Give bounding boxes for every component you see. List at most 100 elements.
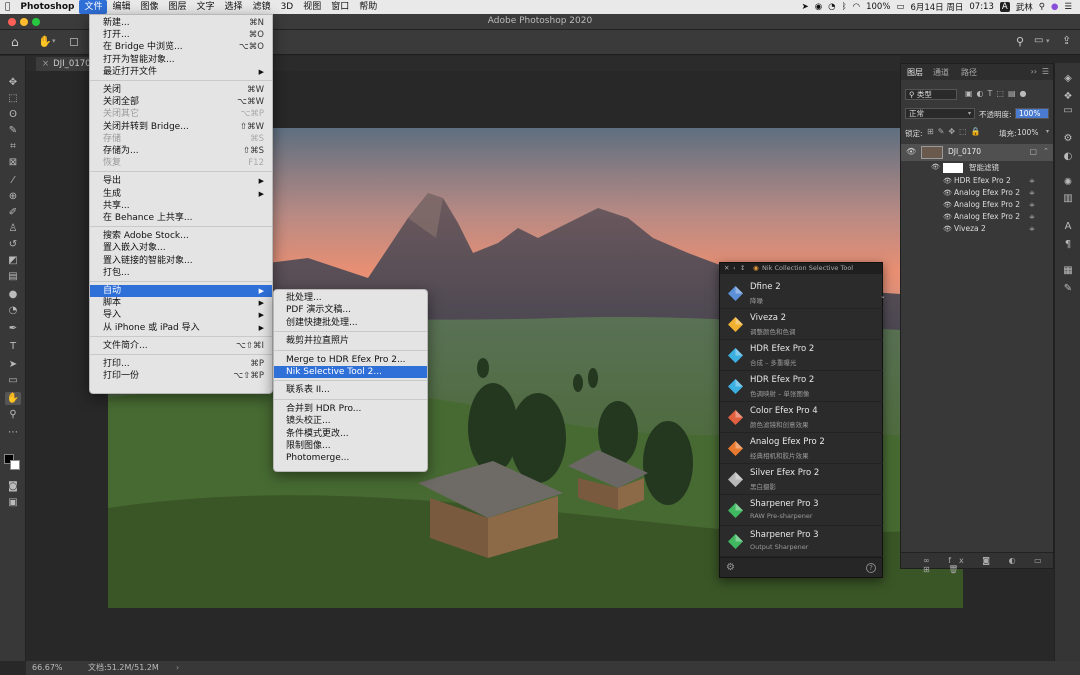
file-menu-item[interactable]: 关闭并转到 Bridge... ⇧⌘W [90, 121, 272, 133]
blend-mode-select[interactable]: 正常 ▾ [905, 108, 975, 119]
smart-filter-item[interactable]: 👁 Analog Efex Pro 2 ≑ [901, 187, 1053, 199]
menu-app-photoshop[interactable]: Photoshop [15, 0, 79, 14]
menu-3d[interactable]: 3D [276, 0, 299, 14]
smart-filter-item[interactable]: 👁 Analog Efex Pro 2 ≑ [901, 211, 1053, 223]
quick-mask-icon[interactable]: ◙ [5, 480, 21, 493]
background-color-swatch[interactable] [10, 460, 20, 470]
file-menu-item[interactable]: 文件简介... ⌥⇧⌘I [90, 340, 272, 352]
menu-select[interactable]: 选择 [220, 0, 248, 14]
smart-filter-eye-icon[interactable]: 👁 [931, 163, 940, 171]
nik-collapse-icon[interactable]: ‹ [733, 263, 736, 274]
hand-tool-icon[interactable]: ✋ [38, 35, 52, 48]
screen-mode-icon[interactable]: ▣ [5, 496, 21, 509]
layer-filter-select[interactable]: ⚲ 类型 [905, 89, 957, 100]
help-icon[interactable]: ? [866, 563, 876, 573]
smart-filter-mask[interactable] [943, 163, 963, 173]
swatches-icon[interactable]: ▦ [1061, 265, 1075, 277]
status-chevron-icon[interactable]: › [176, 661, 179, 675]
file-menu-item[interactable]: 关闭全部 ⌥⌘W [90, 96, 272, 108]
tab-paths[interactable]: 路径 [961, 67, 977, 78]
zoom-tool-icon[interactable]: ⚲ [5, 408, 21, 421]
file-menu-item[interactable]: 打印一份 ⌥⇧⌘P [90, 370, 272, 382]
smart-filter-item[interactable]: 👁 Viveza 2 ≑ [901, 223, 1053, 235]
option-checkbox[interactable] [70, 38, 78, 46]
user-name[interactable]: 武林 [1016, 1, 1033, 13]
menu-view[interactable]: 视图 [298, 0, 326, 14]
automate-menu-item[interactable]: 镜头校正... [274, 415, 427, 427]
file-menu-item[interactable]: 脚本 ▶ [90, 297, 272, 309]
menu-window[interactable]: 窗口 [326, 0, 354, 14]
blending-options-icon[interactable]: ≑ [1029, 199, 1035, 211]
layer-row-dji0170[interactable]: 👁 DJI_0170 ▢ ⌃ [901, 144, 1053, 161]
file-menu-item[interactable]: 打印... ⌘P [90, 358, 272, 370]
pen-tool-icon[interactable]: ✒ [5, 322, 21, 335]
adjustments-icon[interactable]: ◐ [1061, 151, 1075, 163]
file-menu-item[interactable]: 打包... [90, 267, 272, 279]
automate-menu-item[interactable]: 合并到 HDR Pro... [274, 403, 427, 415]
file-menu-item[interactable]: 置入链接的智能对象... [90, 255, 272, 267]
file-menu-item[interactable]: 从 iPhone 或 iPad 导入 ▶ [90, 322, 272, 334]
eraser-tool-icon[interactable]: ◩ [5, 254, 21, 267]
menu-filter[interactable]: 滤镜 [248, 0, 276, 14]
panel-menu-icon[interactable]: ☰ [1042, 67, 1049, 76]
smart-filter-item[interactable]: 👁 HDR Efex Pro 2 ≑ [901, 175, 1053, 187]
automate-menu-item[interactable]: 限制图像... [274, 440, 427, 452]
share-icon[interactable]: ⇪ [1062, 34, 1071, 47]
file-menu-item[interactable]: 搜索 Adobe Stock... [90, 230, 272, 242]
file-menu-item[interactable]: 在 Behance 上共享... [90, 212, 272, 224]
crop-tool-icon[interactable]: ⌗ [5, 140, 21, 153]
fill-value[interactable]: 100% [1017, 128, 1038, 137]
bluetooth-icon[interactable]: ᛒ [842, 2, 847, 12]
file-menu-item[interactable]: 置入嵌入对象... [90, 242, 272, 254]
zoom-level[interactable]: 66.67% [32, 661, 63, 675]
blur-tool-icon[interactable]: ● [5, 288, 21, 301]
workspace-chevron-icon[interactable]: ▾ [1046, 37, 1050, 45]
automate-menu-item[interactable]: 创建快捷批处理... [274, 317, 427, 329]
automate-menu-item[interactable]: 条件模式更改... [274, 428, 427, 440]
file-menu-item[interactable]: 在 Bridge 中浏览... ⌥⌘O [90, 41, 272, 53]
automate-menu-item[interactable]: PDF 演示文稿... [274, 304, 427, 316]
eyedropper-tool-icon[interactable]: ⁄ [5, 174, 21, 187]
file-menu-item[interactable]: 打开为智能对象... [90, 54, 272, 66]
quick-select-tool-icon[interactable]: ✎ [5, 124, 21, 137]
expand-chevron-icon[interactable]: ⌃ [1043, 147, 1049, 155]
clone-stamp-icon[interactable]: ♙ [5, 222, 21, 235]
opacity-input[interactable]: 100% [1015, 108, 1049, 119]
filter-eye-icon[interactable]: 👁 [943, 211, 952, 223]
nik-tool-dfine-2[interactable]: Dfine 2 降噪 [720, 278, 883, 309]
filter-eye-icon[interactable]: 👁 [943, 223, 952, 235]
wifi-icon[interactable]: ◠ [853, 2, 860, 12]
layers-icon[interactable]: ◈ [1061, 73, 1075, 85]
visibility-eye-icon[interactable]: 👁 [906, 147, 916, 156]
gradient-tool-icon[interactable]: ▤ [5, 270, 21, 283]
apple-menu-icon[interactable]:  [0, 0, 15, 14]
nik-tool-analog-efex-pro-2[interactable]: Analog Efex Pro 2 经典相机和胶片效果 [720, 433, 883, 464]
nik-tool-color-efex-pro-4[interactable]: Color Efex Pro 4 颜色滤镜和创意效果 [720, 402, 883, 433]
healing-brush-icon[interactable]: ⊕ [5, 190, 21, 203]
nik-tool-hdr-efex-pro-2[interactable]: HDR Efex Pro 2 色调映射 – 单张图像 [720, 371, 883, 402]
nik-tool-silver-efex-pro-2[interactable]: Silver Efex Pro 2 黑白摄影 [720, 464, 883, 495]
menu-type[interactable]: 文字 [192, 0, 220, 14]
nik-resize-icon[interactable]: ↕ [740, 263, 745, 274]
histogram-icon[interactable]: ▥ [1061, 193, 1075, 205]
automate-menu-item[interactable]: Merge to HDR Efex Pro 2... [274, 354, 427, 366]
blending-options-icon[interactable]: ≑ [1029, 187, 1035, 199]
layer-name[interactable]: DJI_0170 [948, 147, 981, 156]
blending-options-icon[interactable]: ≑ [1029, 211, 1035, 223]
tab-channels[interactable]: 通道 [933, 67, 949, 78]
blending-options-icon[interactable]: ≑ [1029, 223, 1035, 235]
settings-gear-icon[interactable]: ⚙ [726, 562, 735, 573]
paragraph-icon[interactable]: ¶ [1061, 239, 1075, 251]
workspace-icon[interactable]: ▭ [1034, 35, 1043, 46]
menu-layer[interactable]: 图层 [164, 0, 192, 14]
menu-help[interactable]: 帮助 [354, 0, 382, 14]
tool-preset-chevron-icon[interactable]: ▾ [52, 37, 56, 45]
file-menu-item[interactable]: 导入 ▶ [90, 309, 272, 321]
tab-close-icon[interactable]: × [42, 59, 49, 69]
shape-tool-icon[interactable]: ▭ [5, 374, 21, 387]
edit-toolbar-icon[interactable]: ⋯ [5, 426, 21, 439]
notification-center-icon[interactable]: ☰ [1064, 2, 1072, 12]
dodge-tool-icon[interactable]: ◔ [5, 304, 21, 317]
character-icon[interactable]: A [1061, 221, 1075, 233]
nik-tool-sharpener-pro-3[interactable]: Sharpener Pro 3 RAW Pre-sharpener [720, 495, 883, 526]
